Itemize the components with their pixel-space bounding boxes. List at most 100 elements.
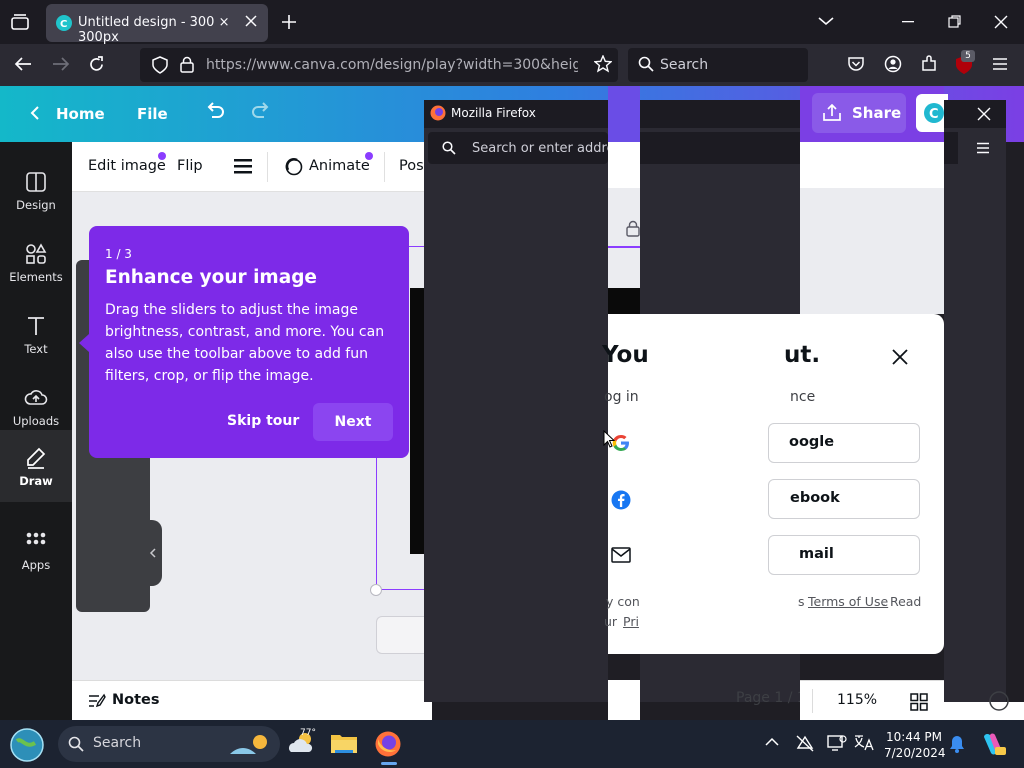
notification-bell-icon[interactable] — [948, 734, 966, 754]
add-page-button[interactable] — [376, 616, 424, 654]
tour-body: Drag the sliders to adjust the image bri… — [105, 302, 385, 384]
sidebar-item-elements[interactable]: Elements — [0, 228, 72, 300]
tour-title: Enhance your image — [105, 267, 317, 288]
home-link[interactable]: Home — [56, 105, 105, 123]
hamburger-menu-icon[interactable] — [976, 142, 990, 154]
search-highlight-icon — [228, 732, 272, 756]
tour-pointer-arrow — [79, 334, 89, 352]
restore-window-icon[interactable] — [948, 15, 962, 29]
show-hidden-icons-chevron-icon[interactable] — [765, 737, 779, 747]
url-text: https://www.canva.com/design/play?width=… — [206, 57, 578, 73]
selection-edge — [608, 246, 640, 248]
search-placeholder: Search — [660, 57, 709, 73]
search-icon — [442, 141, 456, 155]
resize-handle[interactable] — [370, 584, 382, 596]
sidebar-item-text[interactable]: Text — [0, 300, 72, 372]
tracking-shield-icon[interactable] — [152, 56, 168, 74]
language-icon[interactable] — [853, 734, 875, 752]
notes-bar-fragment — [608, 680, 640, 720]
toolbar-fragment-right — [800, 142, 944, 188]
extensions-icon[interactable] — [920, 55, 938, 73]
file-explorer-icon[interactable] — [330, 731, 358, 755]
lock-icon[interactable] — [626, 220, 640, 237]
sidebar-item-draw[interactable]: Draw — [0, 430, 72, 502]
new-tab-icon[interactable] — [281, 14, 297, 30]
toolbar-fragment — [608, 142, 640, 188]
continue-with-google-button[interactable]: oogle — [768, 423, 920, 463]
forward-arrow-icon[interactable] — [52, 56, 70, 72]
login-dialog: You ut. og in nce oogle ebook mail y con… — [602, 314, 944, 654]
display-icon[interactable] — [827, 734, 847, 752]
design-image[interactable] — [410, 288, 424, 554]
terms-prefix: s — [798, 594, 805, 609]
sidebar-item-apps[interactable]: Apps — [0, 516, 72, 588]
sidebar-item-label: Apps — [21, 558, 51, 572]
continue-with-facebook-button[interactable]: ebook — [768, 479, 920, 519]
skip-tour-button[interactable]: Skip tour — [227, 413, 299, 429]
terms-text-left: y con — [606, 594, 640, 609]
back-arrow-icon[interactable] — [14, 56, 32, 72]
text-icon — [28, 317, 44, 335]
reload-icon[interactable] — [88, 56, 105, 73]
notes-button[interactable]: Notes — [112, 692, 160, 708]
design-icon — [26, 172, 46, 192]
page-counter: Page 1 / 1 — [736, 690, 800, 706]
google-button-label: oogle — [789, 434, 835, 450]
active-app-indicator — [381, 762, 397, 765]
tab-overview-icon[interactable] — [10, 13, 30, 31]
firefox-address-bar[interactable] — [640, 132, 800, 164]
back-chevron-icon[interactable] — [30, 105, 40, 121]
help-icon[interactable] — [988, 690, 1010, 712]
position-button[interactable]: Pos — [399, 158, 424, 174]
close-window-icon[interactable] — [977, 107, 991, 121]
grid-view-icon[interactable] — [910, 693, 928, 711]
search-icon — [638, 56, 654, 72]
sidebar-item-design[interactable]: Design — [0, 156, 72, 228]
minimize-window-icon[interactable] — [902, 21, 916, 23]
start-globe-icon[interactable] — [9, 727, 45, 763]
terms-of-use-link[interactable]: Terms of Use — [808, 594, 888, 609]
next-button[interactable]: Next — [313, 403, 393, 441]
email-button-label: mail — [799, 546, 834, 562]
animate-button[interactable]: Animate — [309, 158, 370, 174]
notes-icon — [88, 693, 106, 709]
browser-tab-active[interactable]: C Untitled design - 300 × 300px — [46, 4, 268, 45]
network-offline-icon[interactable] — [795, 734, 815, 752]
elements-icon — [26, 243, 47, 264]
close-window-icon[interactable] — [994, 15, 1008, 29]
privacy-link[interactable]: Pri — [623, 614, 639, 629]
sidebar-item-label: Elements — [9, 270, 63, 284]
mouse-cursor-icon — [603, 430, 615, 448]
account-icon[interactable] — [884, 55, 902, 73]
copilot-icon[interactable] — [980, 731, 1006, 757]
dialog-close-icon[interactable] — [892, 349, 908, 365]
collapse-panel-handle[interactable] — [142, 520, 162, 586]
zoom-level[interactable]: 115% — [837, 692, 877, 708]
tab-title: Untitled design - 300 × 300px — [78, 15, 230, 45]
animate-icon — [284, 157, 304, 177]
pocket-icon[interactable] — [848, 56, 864, 72]
design-image-fragment — [608, 288, 640, 314]
new-feature-dot — [158, 152, 166, 160]
hamburger-menu-icon[interactable] — [992, 57, 1008, 71]
list-tabs-chevron-icon[interactable] — [818, 16, 834, 26]
share-button[interactable]: Share — [812, 93, 906, 133]
continue-with-email-button[interactable]: mail — [768, 535, 920, 575]
undo-icon[interactable] — [204, 102, 226, 122]
flip-button[interactable]: Flip — [177, 158, 203, 174]
taskbar-search-box[interactable]: Search — [58, 726, 280, 762]
redo-icon[interactable] — [250, 102, 272, 122]
tab-close-icon[interactable] — [244, 14, 258, 28]
bookmark-star-icon[interactable] — [594, 55, 612, 73]
taskbar-search-placeholder: Search — [93, 735, 142, 751]
search-bar[interactable] — [628, 48, 808, 82]
file-menu[interactable]: File — [137, 105, 168, 123]
line-weight-icon[interactable] — [234, 158, 252, 174]
taskbar-date: 7/20/2024 — [884, 746, 946, 760]
firefox-taskbar-icon[interactable] — [374, 730, 402, 758]
edit-image-button[interactable]: Edit image — [88, 158, 166, 174]
dialog-heading-right: ut. — [784, 342, 821, 368]
weather-temperature: 77° — [300, 728, 316, 738]
sidebar-item-label: Design — [16, 198, 56, 212]
lock-icon[interactable] — [180, 56, 194, 73]
